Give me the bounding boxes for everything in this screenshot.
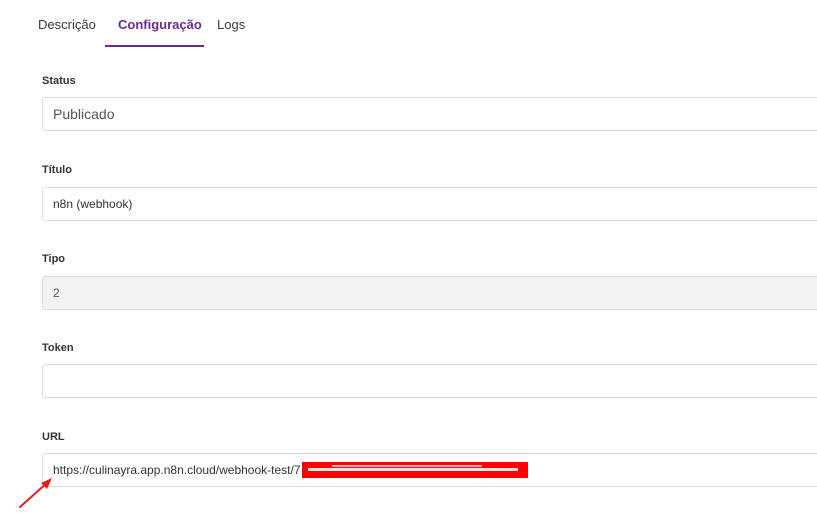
arrow-annotation-icon: [19, 478, 52, 508]
